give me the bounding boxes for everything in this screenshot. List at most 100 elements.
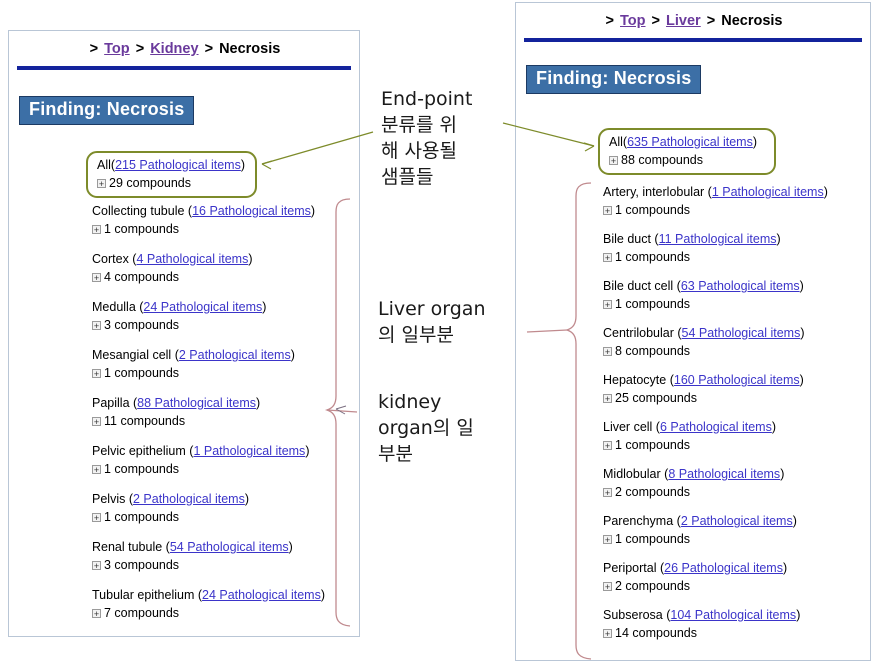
breadcrumb-link-top[interactable]: Top (104, 41, 130, 57)
compounds-count: 1 compounds (615, 532, 691, 546)
expand-plus-icon[interactable]: + (92, 512, 101, 522)
pathological-items-link[interactable]: 160 Pathological items (674, 373, 800, 387)
organ-part-entry: Mesangial cell (2 Pathological items) +1 … (92, 347, 325, 381)
pathological-items-link[interactable]: 54 Pathological items (682, 326, 801, 340)
organ-part-title-line: Medulla (24 Pathological items) (92, 299, 325, 315)
compounds-count: 2 compounds (615, 485, 691, 499)
close-paren: ) (782, 561, 788, 575)
organ-part-entry: Pelvis (2 Pathological items) +1 compound… (92, 491, 325, 525)
breadcrumb-separator: > (135, 41, 145, 57)
all-entry-title-line: All(215 Pathological items) (97, 157, 246, 173)
breadcrumb-kidney: > Top > Kidney > Necrosis (9, 31, 359, 57)
organ-part-entry: Pelvic epithelium (1 Pathological items)… (92, 443, 325, 477)
organ-part-count-line: +1 compounds (603, 249, 828, 265)
pathological-items-link[interactable]: 104 Pathological items (670, 608, 796, 622)
pathological-items-link[interactable]: 54 Pathological items (170, 540, 289, 554)
pathological-items-link[interactable]: 1 Pathological items (193, 444, 305, 458)
expand-plus-icon[interactable]: + (603, 205, 612, 215)
expand-plus-icon[interactable]: + (603, 628, 612, 638)
pathological-items-link[interactable]: 6 Pathological items (660, 420, 772, 434)
expand-plus-icon[interactable]: + (609, 155, 618, 165)
organ-part-count-line: +3 compounds (92, 557, 325, 573)
open-paren: ( (194, 588, 203, 602)
pathological-items-link[interactable]: 2 Pathological items (681, 514, 793, 528)
compounds-count: 11 compounds (104, 414, 186, 428)
expand-plus-icon[interactable]: + (97, 178, 106, 188)
pathological-items-link[interactable]: 11 Pathological items (659, 232, 777, 246)
open-paren: ( (673, 326, 682, 340)
pathological-items-link[interactable]: 2 Pathological items (179, 348, 291, 362)
close-paren: ) (776, 232, 781, 246)
expand-plus-icon[interactable]: + (92, 368, 101, 378)
pathological-items-link[interactable]: 8 Pathological items (668, 467, 780, 481)
organ-part-name: Medulla (92, 300, 136, 314)
all-entry-liver[interactable]: All(635 Pathological items) + 88 compoun… (598, 128, 776, 175)
expand-plus-icon[interactable]: + (92, 416, 101, 426)
expand-plus-icon[interactable]: + (603, 393, 612, 403)
organ-part-name: Renal tubule (92, 540, 163, 554)
expand-plus-icon[interactable]: + (603, 581, 612, 591)
expand-plus-icon[interactable]: + (603, 299, 612, 309)
expand-plus-icon[interactable]: + (92, 560, 101, 570)
compounds-count: 7 compounds (104, 606, 180, 620)
close-paren: ) (290, 348, 295, 362)
breadcrumb-link-liver[interactable]: Liver (666, 13, 701, 29)
pathological-items-link[interactable]: 63 Pathological items (681, 279, 800, 293)
compounds-count: 14 compounds (615, 626, 698, 640)
expand-plus-icon[interactable]: + (92, 464, 101, 474)
organ-part-entry: Tubular epithelium (24 Pathological item… (92, 587, 325, 621)
breadcrumb-link-kidney[interactable]: Kidney (150, 41, 198, 57)
pathological-items-link[interactable]: 24 Pathological items (143, 300, 262, 314)
organ-part-entry: Medulla (24 Pathological items) +3 compou… (92, 299, 325, 333)
organ-part-entry: Hepatocyte (160 Pathological items) +25 c… (603, 372, 828, 406)
pathological-items-link[interactable]: 26 Pathological items (664, 561, 783, 575)
pathological-items-link[interactable]: 24 Pathological items (202, 588, 321, 602)
organ-part-count-line: +1 compounds (92, 509, 325, 525)
organ-part-title-line: Pelvis (2 Pathological items) (92, 491, 325, 507)
open-paren: ( (673, 514, 681, 528)
open-paren: ( (666, 373, 674, 387)
open-paren: ( (673, 279, 681, 293)
organ-part-entry: Renal tubule (54 Pathological items) +3 c… (92, 539, 325, 573)
expand-plus-icon[interactable]: + (92, 320, 101, 330)
organ-part-entry: Periportal (26 Pathological items) +2 com… (603, 560, 828, 594)
expand-plus-icon[interactable]: + (92, 224, 101, 234)
all-entry-kidney[interactable]: All(215 Pathological items) + 29 compoun… (86, 151, 257, 198)
close-paren: ) (752, 135, 758, 149)
compounds-count: 1 compounds (615, 438, 691, 452)
organ-part-entry: Bile duct cell (63 Pathological items) +1… (603, 278, 828, 312)
organ-part-title-line: Liver cell (6 Pathological items) (603, 419, 828, 435)
expand-plus-icon[interactable]: + (603, 487, 612, 497)
organ-part-entry: Bile duct (11 Pathological items) +1 comp… (603, 231, 828, 265)
expand-plus-icon[interactable]: + (603, 252, 612, 262)
breadcrumb-link-top[interactable]: Top (620, 13, 646, 29)
expand-plus-icon[interactable]: + (92, 608, 101, 618)
pathological-items-link[interactable]: 635 Pathological items (627, 135, 753, 149)
expand-plus-icon[interactable]: + (603, 440, 612, 450)
close-paren: ) (799, 279, 804, 293)
organ-part-name: Tubular epithelium (92, 588, 195, 602)
pathological-items-link[interactable]: 2 Pathological items (133, 492, 245, 506)
compounds-count: 1 compounds (615, 297, 691, 311)
organ-part-count-line: +1 compounds (92, 365, 325, 381)
organ-part-name: Centrilobular (603, 326, 674, 340)
pathological-items-link[interactable]: 1 Pathological items (712, 185, 824, 199)
organ-part-name: Periportal (603, 561, 657, 575)
open-paren: ( (162, 540, 170, 554)
organ-part-entry: Subserosa (104 Pathological items) +14 co… (603, 607, 828, 641)
expand-plus-icon[interactable]: + (603, 534, 612, 544)
organ-part-count-line: +7 compounds (92, 605, 325, 621)
close-paren: ) (310, 204, 316, 218)
expand-plus-icon[interactable]: + (92, 272, 101, 282)
organ-part-title-line: Collecting tubule (16 Pathological items… (92, 203, 325, 219)
organ-part-name: Bile duct (603, 232, 651, 246)
organ-part-name: Hepatocyte (603, 373, 667, 387)
pathological-items-link[interactable]: 16 Pathological items (192, 204, 311, 218)
organ-part-title-line: Mesangial cell (2 Pathological items) (92, 347, 325, 363)
pathological-items-link[interactable]: 88 Pathological items (137, 396, 256, 410)
compounds-count: 29 compounds (109, 176, 192, 190)
expand-plus-icon[interactable]: + (603, 346, 612, 356)
pathological-items-link[interactable]: 4 Pathological items (136, 252, 248, 266)
pathological-items-link[interactable]: 215 Pathological items (115, 158, 241, 172)
organ-part-name: Bile duct cell (603, 279, 674, 293)
